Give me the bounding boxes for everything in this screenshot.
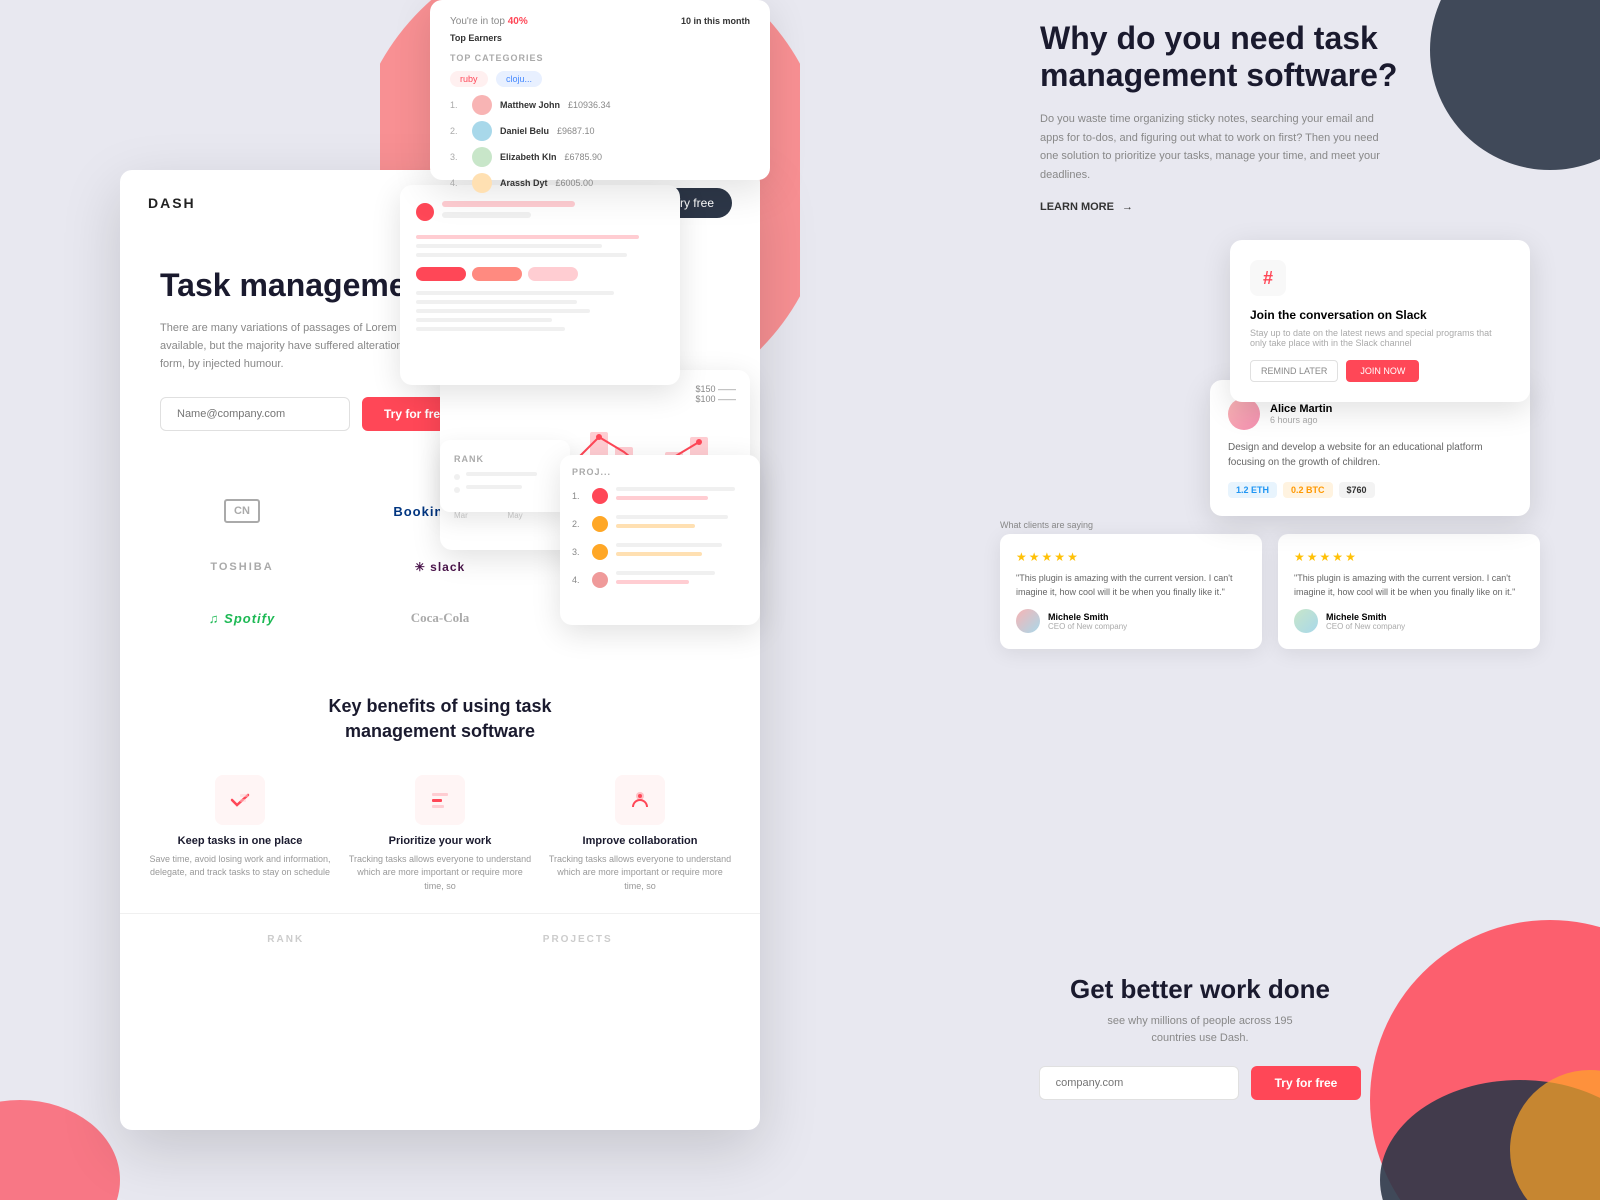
stars-2: ★ ★ ★ ★ ★	[1294, 550, 1524, 564]
bottom-cta-title: Get better work done	[960, 974, 1440, 1005]
why-title: Why do you need task management software…	[1040, 20, 1440, 94]
logo-cocacola: Coca-Cola	[346, 602, 534, 634]
testimonial-2: ★ ★ ★ ★ ★ "This plugin is amazing with t…	[1278, 534, 1540, 649]
slack-card-title: Join the conversation on Slack	[1250, 308, 1510, 322]
testimonial-2-avatar	[1294, 609, 1318, 633]
task-user-avatar	[1228, 398, 1260, 430]
top-earners-label: Top Earners	[450, 33, 750, 43]
categories-label: TOP CATEGORIES	[450, 53, 750, 63]
logo-spotify: ♫ Spotify	[148, 603, 336, 634]
testimonial-1-role: CEO of New company	[1048, 622, 1127, 631]
ruby-pill: ruby	[450, 71, 488, 87]
bottom-cta-section: Get better work done see why millions of…	[960, 974, 1440, 1100]
slack-icon: #	[1250, 260, 1286, 296]
why-section: Why do you need task management software…	[1040, 20, 1440, 213]
logo-slack: ✳ slack	[346, 552, 534, 582]
benefit-collaborate: Improve collaboration Tracking tasks all…	[548, 775, 732, 894]
keep-tasks-icon	[215, 775, 265, 825]
benefit-3-desc: Tracking tasks allows everyone to unders…	[548, 853, 732, 894]
bottom-try-free-button[interactable]: Try for free	[1251, 1066, 1362, 1100]
earner-1: 1. Matthew John £10936.34	[450, 95, 750, 115]
analytics-percent: 40%	[508, 16, 528, 27]
task-user-name: Alice Martin	[1270, 403, 1332, 415]
earner-3-avatar	[472, 147, 492, 167]
rank-section: RANK PROJECTS	[120, 913, 760, 965]
join-now-button[interactable]: JOIN NOW	[1346, 360, 1419, 382]
analytics-widget: You're in top 40% 10 in this month Top E…	[430, 0, 770, 180]
earner-1-avatar	[472, 95, 492, 115]
task-user-row: Alice Martin 6 hours ago	[1228, 398, 1512, 430]
benefit-keep-tasks: Keep tasks in one place Save time, avoid…	[148, 775, 332, 894]
testimonial-2-role: CEO of New company	[1326, 622, 1405, 631]
projects-label: PROJECTS	[543, 934, 613, 945]
earner-2: 2. Daniel Belu £9687.10	[450, 121, 750, 141]
slack-notification-card: # Join the conversation on Slack Stay up…	[1230, 240, 1530, 402]
logo-cn: CN	[148, 491, 336, 531]
floating-list-card: PROJ... 1. 2. 3. 4.	[560, 455, 760, 625]
tag-btc: 0.2 BTC	[1283, 482, 1333, 498]
remind-later-button[interactable]: REMIND LATER	[1250, 360, 1338, 382]
bottom-cta-description: see why millions of people across 195cou…	[960, 1013, 1440, 1046]
earner-4-avatar	[472, 173, 492, 193]
benefits-title: Key benefits of using taskmanagement sof…	[148, 694, 732, 744]
benefit-prioritize: Prioritize your work Tracking tasks allo…	[348, 775, 532, 894]
bottom-cta-row: Try for free	[960, 1066, 1440, 1100]
earner-2-avatar	[472, 121, 492, 141]
tag-eth: 1.2 ETH	[1228, 482, 1277, 498]
bottom-email-input[interactable]	[1039, 1066, 1239, 1100]
email-input[interactable]	[160, 397, 350, 431]
testimonials-section: What clients are saying ★ ★ ★ ★ ★ "This …	[1000, 520, 1540, 649]
testimonials-row: ★ ★ ★ ★ ★ "This plugin is amazing with t…	[1000, 534, 1540, 649]
prioritize-icon	[415, 775, 465, 825]
task-description: Design and develop a website for an educ…	[1228, 440, 1512, 470]
benefit-1-desc: Save time, avoid losing work and informa…	[148, 853, 332, 880]
tag-usd: $760	[1339, 482, 1375, 498]
earner-4: 4. Arassh Dyt £6005.00	[450, 173, 750, 193]
floating-card-1	[400, 185, 680, 385]
testimonial-1-name: Michele Smith	[1048, 612, 1127, 622]
clojure-pill: cloju...	[496, 71, 542, 87]
task-tags: 1.2 ETH 0.2 BTC $760	[1228, 482, 1512, 498]
benefit-1-name: Keep tasks in one place	[148, 835, 332, 847]
testimonial-1: ★ ★ ★ ★ ★ "This plugin is amazing with t…	[1000, 534, 1262, 649]
benefit-2-name: Prioritize your work	[348, 835, 532, 847]
benefits-section: Key benefits of using taskmanagement sof…	[120, 664, 760, 913]
slack-card-buttons: REMIND LATER JOIN NOW	[1250, 360, 1510, 382]
testimonial-1-user: Michele Smith CEO of New company	[1016, 609, 1246, 633]
earner-3: 3. Elizabeth Kln £6785.90	[450, 147, 750, 167]
benefit-3-name: Improve collaboration	[548, 835, 732, 847]
testimonial-1-avatar	[1016, 609, 1040, 633]
testimonial-1-text: "This plugin is amazing with the current…	[1016, 572, 1246, 599]
logo-toshiba: TOSHIBA	[148, 553, 336, 581]
testimonial-2-text: "This plugin is amazing with the current…	[1294, 572, 1524, 599]
logo: DASH	[148, 195, 196, 211]
slack-card-description: Stay up to date on the latest news and s…	[1250, 328, 1510, 348]
testimonial-2-name: Michele Smith	[1326, 612, 1405, 622]
benefit-2-desc: Tracking tasks allows everyone to unders…	[348, 853, 532, 894]
learn-more-link[interactable]: LEARN MORE →	[1040, 201, 1440, 213]
testimonial-2-user: Michele Smith CEO of New company	[1294, 609, 1524, 633]
collaborate-icon	[615, 775, 665, 825]
analytics-top-label: You're in top 40% 10 in this month	[450, 16, 750, 27]
rank-label: RANK	[267, 934, 304, 945]
stars-1: ★ ★ ★ ★ ★	[1016, 550, 1246, 564]
why-description: Do you waste time organizing sticky note…	[1040, 110, 1380, 185]
benefits-grid: Keep tasks in one place Save time, avoid…	[148, 775, 732, 894]
task-user-time: 6 hours ago	[1270, 415, 1332, 425]
rank-card: RANK	[440, 440, 570, 512]
